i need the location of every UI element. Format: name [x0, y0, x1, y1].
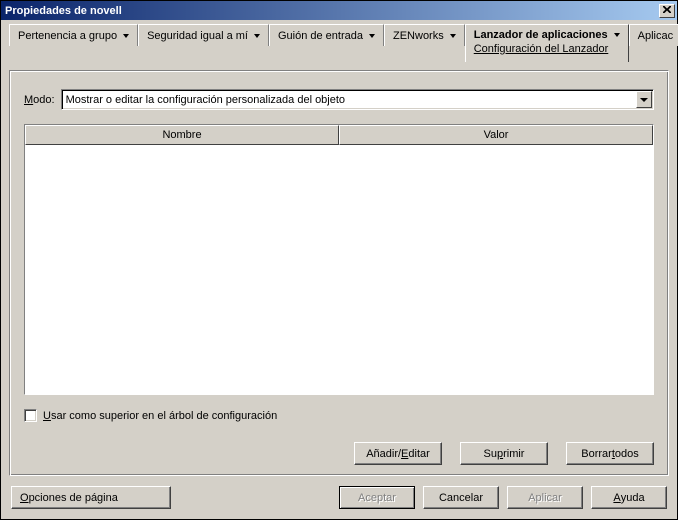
column-header-valor[interactable]: Valor	[339, 125, 653, 145]
panel-button-row: Añadir/Editar Suprimir Borrar todos	[24, 442, 654, 465]
tab-label: Lanzador de aplicaciones	[474, 29, 608, 41]
mode-label: Modo:	[24, 94, 55, 106]
mode-combobox-button[interactable]	[636, 91, 652, 108]
client-area: Pertenencia a grupo Seguridad igual a mí…	[1, 20, 677, 519]
tab-label: Pertenencia a grupo	[18, 30, 117, 42]
chevron-down-icon	[640, 98, 648, 102]
tab-guion-entrada[interactable]: Guión de entrada	[269, 24, 384, 46]
dialog-footer: Opciones de página Aceptar Cancelar Apli…	[3, 480, 675, 517]
chevron-down-icon	[123, 34, 129, 38]
chevron-down-icon	[369, 34, 375, 38]
window-title: Propiedades de novell	[5, 5, 122, 17]
tab-label: Seguridad igual a mí	[147, 30, 248, 42]
apply-button[interactable]: Aplicar	[507, 486, 583, 509]
ok-button[interactable]: Aceptar	[339, 486, 415, 509]
table-body[interactable]	[25, 145, 653, 394]
mode-row: Modo: Mostrar o editar la configuración …	[24, 89, 654, 110]
tab-seguridad[interactable]: Seguridad igual a mí	[138, 24, 269, 46]
use-as-top-label: Usar como superior en el árbol de config…	[43, 410, 277, 422]
tab-zenworks[interactable]: ZENworks	[384, 24, 465, 46]
help-button[interactable]: Ayuda	[591, 486, 667, 509]
page-options-button[interactable]: Opciones de página	[11, 486, 171, 509]
tab-aplicac-partial[interactable]: Aplicac	[629, 24, 678, 46]
tab-lanzador-aplicaciones[interactable]: Lanzador de aplicaciones Configuración d…	[465, 24, 629, 62]
tab-label: ZENworks	[393, 30, 444, 42]
tab-strip: Pertenencia a grupo Seguridad igual a mí…	[9, 24, 669, 70]
add-edit-button[interactable]: Añadir/Editar	[354, 442, 442, 465]
config-table[interactable]: Nombre Valor	[24, 124, 654, 395]
tab-pertenencia-grupo[interactable]: Pertenencia a grupo	[9, 24, 138, 46]
cancel-button[interactable]: Cancelar	[423, 486, 499, 509]
chevron-down-icon	[614, 33, 620, 37]
chevron-down-icon	[450, 34, 456, 38]
mode-combobox[interactable]: Mostrar o editar la configuración person…	[61, 89, 654, 110]
chevron-down-icon	[254, 34, 260, 38]
config-panel: Modo: Mostrar o editar la configuración …	[9, 70, 669, 476]
close-icon	[663, 5, 671, 17]
window: Propiedades de novell Pertenencia a grup…	[0, 0, 678, 520]
tab-label: Aplicac	[638, 30, 673, 42]
delete-all-button[interactable]: Borrar todos	[566, 442, 654, 465]
tab-label: Guión de entrada	[278, 30, 363, 42]
table-header: Nombre Valor	[25, 125, 653, 145]
tab-sublabel: Configuración del Lanzador	[474, 43, 609, 55]
use-as-top-checkbox[interactable]	[24, 409, 37, 422]
titlebar: Propiedades de novell	[1, 1, 677, 20]
column-header-nombre[interactable]: Nombre	[25, 125, 339, 145]
mode-combobox-value: Mostrar o editar la configuración person…	[66, 94, 636, 106]
use-as-top-row: Usar como superior en el árbol de config…	[24, 409, 654, 422]
close-button[interactable]	[659, 4, 675, 18]
delete-button[interactable]: Suprimir	[460, 442, 548, 465]
